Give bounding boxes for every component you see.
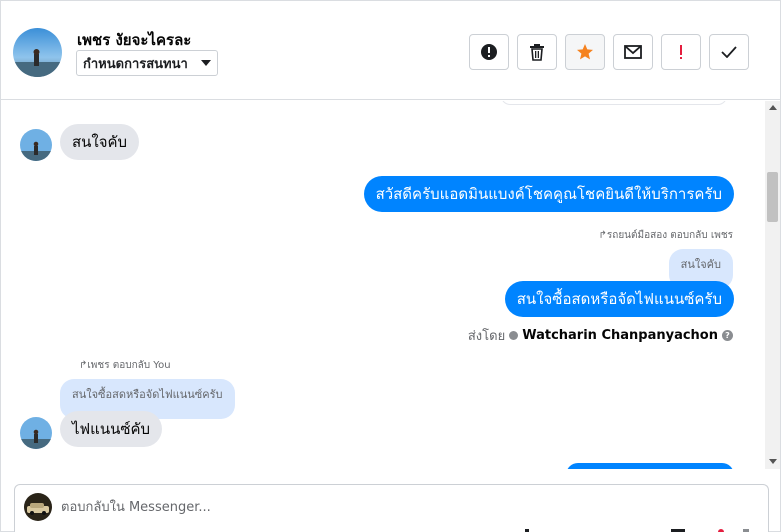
- trash-icon: [530, 44, 544, 61]
- incoming-message[interactable]: สนใจคับ: [60, 124, 140, 160]
- scroll-up-icon[interactable]: [769, 105, 777, 110]
- conversation-header: เพชร งัยจะไครละ กำหนดการสนทนา: [1, 1, 780, 100]
- scroll-thumb[interactable]: [767, 172, 778, 222]
- mark-spam-button[interactable]: [469, 34, 509, 70]
- star-button[interactable]: [565, 34, 605, 70]
- sent-by-info: ส่งโดย Watcharin Chanpanyachon ?: [468, 325, 733, 346]
- exclamation-icon: [680, 45, 682, 59]
- sent-by-label: ส่งโดย: [467, 329, 506, 344]
- page-avatar: [24, 493, 52, 521]
- outgoing-message[interactable]: สนใจซื้อสดหรือจัดไฟแนนซ์ครับ: [504, 281, 734, 317]
- contact-avatar[interactable]: [13, 28, 62, 77]
- assign-conversation-label: กำหนดการสนทนา: [83, 56, 188, 72]
- incoming-message[interactable]: ไฟแนนซ์คับ: [60, 411, 163, 447]
- previous-message-edge: [501, 101, 727, 105]
- mark-unread-button[interactable]: [613, 34, 653, 70]
- reply-context: ↱เพชร ตอบกลับ You: [79, 358, 171, 373]
- follow-up-button[interactable]: [661, 34, 701, 70]
- reply-input[interactable]: [61, 495, 741, 519]
- chevron-down-icon: [201, 60, 211, 66]
- envelope-icon: [624, 45, 642, 59]
- messenger-conversation-panel: เพชร งัยจะไครละ กำหนดการสนทนา สนใจคับ สว…: [0, 0, 781, 532]
- check-icon: [721, 46, 737, 58]
- reply-arrow-icon: ↱: [598, 230, 607, 241]
- reply-context-text: เพชร ตอบกลับ You: [87, 360, 171, 371]
- scroll-down-icon[interactable]: [769, 459, 777, 464]
- delete-button[interactable]: [517, 34, 557, 70]
- conversation-actions: [469, 34, 749, 70]
- thread-scrollbar[interactable]: [765, 101, 780, 469]
- reply-context-text: รถยนต์มือสอง ตอบกลับ เพชร: [606, 230, 733, 241]
- mark-done-button[interactable]: [709, 34, 749, 70]
- verified-icon: [509, 331, 519, 340]
- outgoing-message[interactable]: สวัสดีครับแอดมินแบงค์โชคคูณโชคยินดีให้บร…: [363, 176, 734, 212]
- star-icon: [577, 44, 593, 60]
- help-icon[interactable]: ?: [722, 330, 733, 341]
- reply-context: ↱รถยนต์มือสอง ตอบกลับ เพชร: [599, 228, 734, 243]
- contact-avatar-small: [20, 417, 52, 449]
- sent-by-name[interactable]: Watcharin Chanpanyachon: [522, 328, 718, 343]
- contact-avatar-small: [20, 129, 52, 161]
- message-thread[interactable]: สนใจคับ สวัสดีครับแอดมินแบงค์โชคคูณโชคยิ…: [1, 101, 765, 469]
- contact-name[interactable]: เพชร งัยจะไครละ: [77, 28, 191, 52]
- assign-conversation-dropdown[interactable]: กำหนดการสนทนา: [76, 50, 218, 76]
- alert-circle-icon: [481, 44, 497, 60]
- reply-composer: [14, 484, 769, 532]
- outgoing-message-partial: [566, 463, 734, 469]
